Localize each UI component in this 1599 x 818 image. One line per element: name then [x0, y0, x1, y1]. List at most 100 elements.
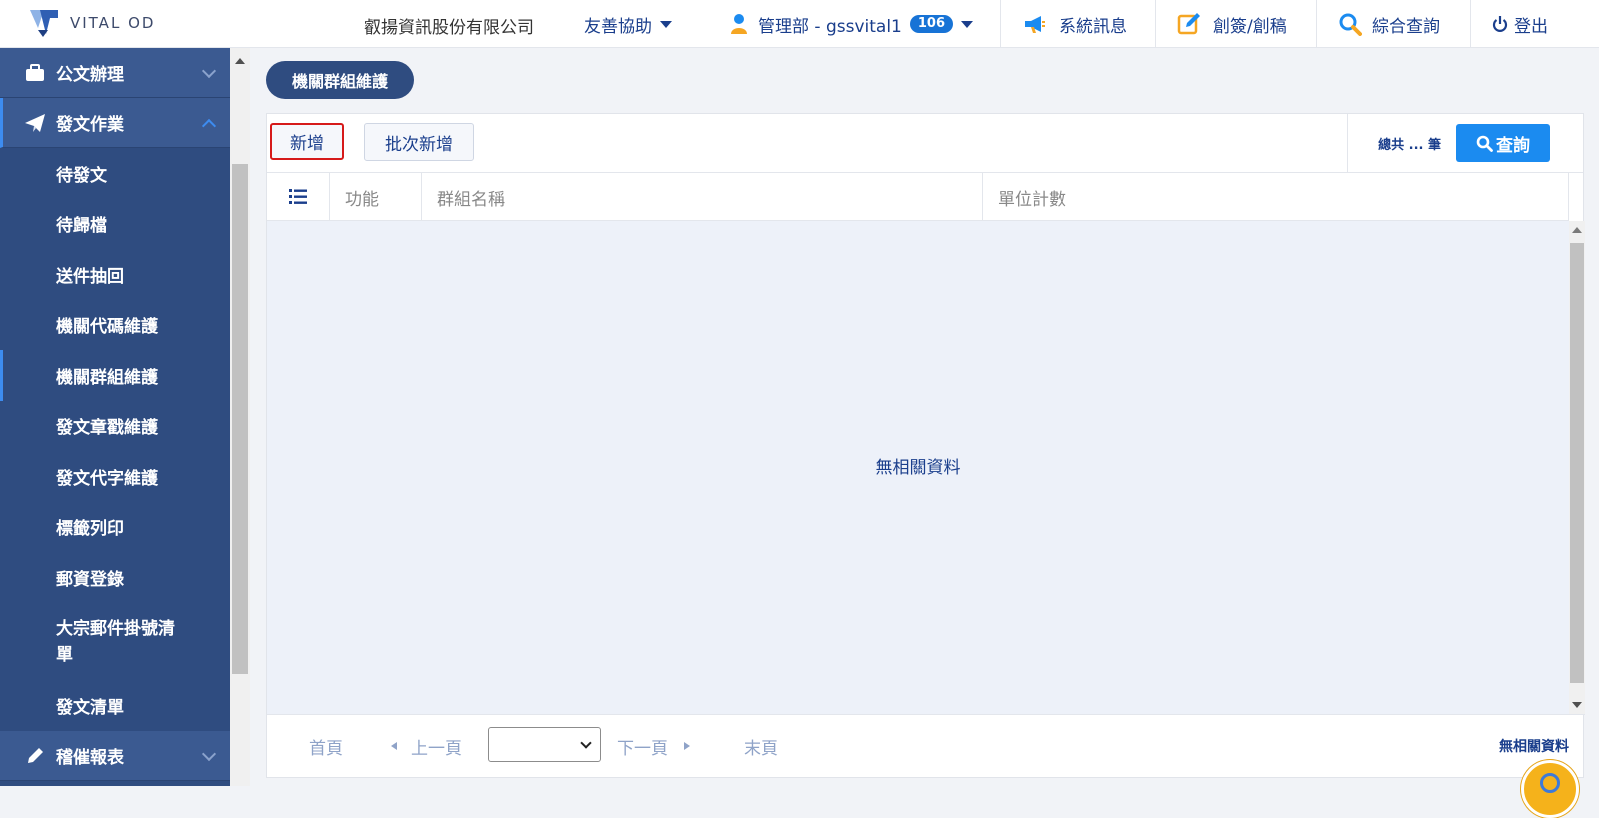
briefcase-icon	[24, 63, 46, 83]
notification-badge: 106	[909, 15, 953, 33]
chevron-down-icon	[201, 63, 217, 79]
logout-link[interactable]: 登出	[1492, 0, 1548, 48]
sidebar-item-bulk-mail[interactable]: 大宗郵件掛號清單	[0, 603, 230, 681]
toolbar: 新增 批次新增 總共 ... 筆 查詢	[267, 114, 1583, 173]
caret-right-icon	[684, 742, 690, 750]
add-button[interactable]: 新增	[270, 123, 344, 160]
sidebar: 公文辦理 發文作業 待發文 待歸檔 送件抽回 機關代碼維護 機關群組維護 發文章…	[0, 48, 230, 786]
company-name: 叡揚資訊股份有限公司	[364, 18, 534, 38]
sidebar-section-documents[interactable]: 公文辦理	[0, 48, 230, 98]
table-scrollbar[interactable]	[1569, 221, 1585, 714]
page-select[interactable]	[488, 727, 601, 762]
compose-link[interactable]: 創簽/創稿	[1177, 0, 1287, 48]
scroll-up-icon[interactable]	[235, 58, 245, 64]
user-icon	[730, 13, 748, 35]
sidebar-scrollbar[interactable]	[230, 48, 250, 786]
sidebar-item-label: 發文章戳維護	[56, 418, 158, 439]
sidebar-item-label: 機關群組維護	[56, 367, 158, 388]
sidebar-item-pending-dispatch[interactable]: 待發文	[0, 148, 230, 199]
column-header-unit-count[interactable]: 單位計數	[983, 173, 1569, 221]
query-button[interactable]: 查詢	[1456, 124, 1550, 162]
chevron-down-icon	[660, 20, 672, 28]
logo-text: VITAL OD	[70, 14, 156, 32]
total-count: 總共 ... 筆	[1347, 114, 1441, 173]
sidebar-item-stamps[interactable]: 發文章戳維護	[0, 401, 230, 452]
empty-state-message: 無相關資料	[875, 458, 961, 478]
column-header-group-name[interactable]: 群組名稱	[422, 173, 983, 221]
search-link[interactable]: 綜合查詢	[1338, 0, 1440, 48]
sidebar-item-label: 送件抽回	[56, 266, 124, 287]
query-button-label: 查詢	[1496, 135, 1530, 156]
system-messages-label: 系統訊息	[1059, 16, 1127, 37]
main-panel: 新增 批次新增 總共 ... 筆 查詢 功能 群組名稱 單位計數 無相關資料 首…	[266, 113, 1585, 778]
sidebar-section-reports[interactable]: 稽催報表	[0, 731, 230, 781]
sidebar-item-agency-groups[interactable]: 機關群組維護	[0, 350, 230, 401]
pager-status-text: 無相關資料	[1499, 739, 1569, 755]
last-page-label: 末頁	[744, 738, 778, 759]
sidebar-section-dispatch[interactable]: 發文作業	[0, 98, 230, 148]
sidebar-item-label: 待歸檔	[56, 216, 107, 237]
first-page-button[interactable]: 首頁	[309, 715, 343, 777]
sidebar-item-label: 發文清單	[56, 698, 124, 719]
prev-page-button[interactable]: 上一頁	[391, 715, 462, 777]
list-icon	[288, 188, 308, 206]
sidebar-item-label: 發文代字維護	[56, 468, 158, 489]
pagination: 首頁 上一頁 下一頁 末頁 無相關資料	[267, 714, 1585, 777]
help-menu[interactable]: 友善協助	[584, 0, 672, 48]
page-title-text: 機關群組維護	[292, 72, 389, 91]
sidebar-item-pending-archive[interactable]: 待歸檔	[0, 199, 230, 250]
megaphone-icon	[1023, 14, 1047, 34]
add-button-label: 新增	[290, 134, 324, 154]
logo[interactable]: VITAL OD	[28, 8, 155, 38]
sidebar-item-agency-codes[interactable]: 機關代碼維護	[0, 300, 230, 351]
search-icon	[1338, 12, 1362, 36]
edit-icon	[1177, 12, 1201, 36]
sidebar-item-withdraw[interactable]: 送件抽回	[0, 249, 230, 300]
pen-icon	[24, 746, 46, 766]
help-label: 友善協助	[584, 16, 652, 37]
total-count-text: 總共 ... 筆	[1378, 138, 1441, 153]
next-page-label: 下一頁	[617, 738, 668, 759]
scrollbar-thumb[interactable]	[1570, 243, 1584, 683]
column-header-label: 功能	[345, 189, 379, 210]
search-icon	[1476, 135, 1493, 152]
sidebar-item-prefixes[interactable]: 發文代字維護	[0, 451, 230, 502]
sidebar-item-label-print[interactable]: 標籤列印	[0, 502, 230, 553]
prev-page-label: 上一頁	[411, 738, 462, 759]
headset-icon	[1540, 773, 1560, 793]
chevron-up-icon	[201, 118, 217, 134]
top-bar: VITAL OD 叡揚資訊股份有限公司 友善協助 管理部 - gssvital1…	[0, 0, 1599, 48]
divider	[1470, 0, 1471, 48]
sidebar-section-label: 公文辦理	[56, 65, 124, 85]
scroll-up-icon[interactable]	[1572, 227, 1582, 233]
first-page-label: 首頁	[309, 738, 343, 759]
column-header-label: 群組名稱	[437, 189, 505, 210]
batch-add-button[interactable]: 批次新增	[364, 123, 474, 161]
divider	[1316, 0, 1317, 48]
chevron-down-icon	[201, 746, 217, 762]
sidebar-item-dispatch-list[interactable]: 發文清單	[0, 681, 230, 732]
compose-label: 創簽/創稿	[1213, 16, 1287, 37]
column-header-label: 單位計數	[998, 189, 1066, 210]
column-header-function[interactable]: 功能	[330, 173, 422, 221]
vital-logo-icon	[28, 8, 62, 38]
logout-label: 登出	[1514, 16, 1548, 37]
sidebar-item-postage[interactable]: 郵資登錄	[0, 552, 230, 603]
divider	[1000, 0, 1001, 48]
column-menu[interactable]	[267, 173, 330, 221]
last-page-button[interactable]: 末頁	[744, 715, 778, 777]
scroll-down-icon[interactable]	[1572, 702, 1582, 708]
next-page-button[interactable]: 下一頁	[617, 715, 690, 777]
help-floating-button[interactable]	[1521, 760, 1579, 818]
sidebar-item-label: 機關代碼維護	[56, 317, 158, 338]
user-menu[interactable]: 管理部 - gssvital1 106	[730, 0, 973, 48]
paper-plane-icon	[24, 113, 46, 133]
sidebar-section-label: 發文作業	[56, 115, 124, 135]
system-messages-link[interactable]: 系統訊息	[1023, 0, 1127, 48]
scrollbar-thumb[interactable]	[232, 164, 248, 674]
sidebar-item-label: 郵資登錄	[56, 569, 124, 590]
sidebar-item-label: 大宗郵件掛號清單	[56, 618, 175, 665]
caret-left-icon	[391, 742, 397, 750]
sidebar-section-label: 稽催報表	[56, 748, 124, 768]
user-name: 管理部 - gssvital1	[758, 16, 902, 37]
